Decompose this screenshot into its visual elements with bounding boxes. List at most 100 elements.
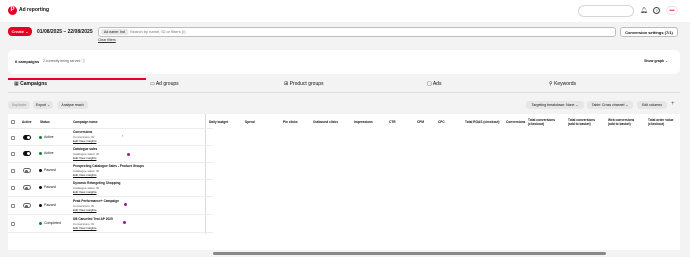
- active-toggle[interactable]: [23, 185, 31, 190]
- col-roas[interactable]: Total ROAS (checkout): [465, 120, 499, 124]
- create-button[interactable]: Create ⌄: [8, 27, 32, 36]
- col-outbound-clicks[interactable]: Outbound clicks: [313, 120, 338, 124]
- campaign-name-link[interactable]: 8/8 Canceled Test AP 2025: [73, 217, 113, 221]
- notification-badge-icon: [124, 203, 127, 206]
- select-all-checkbox[interactable]: [11, 120, 15, 124]
- status-text: Paused: [44, 168, 56, 172]
- col-impressions[interactable]: Impressions: [354, 120, 373, 124]
- clear-filters-link[interactable]: Clear filters: [98, 38, 116, 42]
- tab-keywords[interactable]: ⚲ Keywords: [549, 81, 576, 87]
- col-total-order-value[interactable]: Total order value (checkout): [648, 118, 680, 126]
- tab-label: Campaigns: [20, 81, 48, 87]
- status-text: Paused: [44, 203, 56, 207]
- status-dot: [39, 152, 42, 155]
- tab-product-groups[interactable]: ⊞ Product groups: [284, 81, 324, 87]
- notification-badge-icon: [123, 221, 126, 224]
- col-cpc[interactable]: CPC: [438, 120, 445, 124]
- row-divider: [8, 145, 213, 146]
- campaign-name-link[interactable]: Prospecting Catalogue Sales - Product Gr…: [73, 164, 144, 168]
- row-divider: [8, 196, 213, 197]
- top-bar: P Ad reporting ⌄ 🔔︎ ? •••: [0, 0, 690, 22]
- campaign-row-links[interactable]: Edit View insights: [73, 139, 96, 143]
- tab-bar: ▦ Campaigns ▭ Ad groups ⊞ Product groups…: [0, 79, 690, 92]
- campaign-row-links[interactable]: Edit View insights: [73, 226, 96, 230]
- active-toggle[interactable]: [23, 203, 31, 208]
- col-total-conversions-basket[interactable]: Total conversions (add to basket): [568, 118, 600, 126]
- tab-campaigns[interactable]: ▦ Campaigns: [14, 81, 47, 87]
- campaign-name-link[interactable]: Peak Performance+ Campaign: [73, 199, 119, 203]
- col-active[interactable]: Active: [22, 120, 32, 124]
- campaign-row-links[interactable]: Edit View insights: [73, 156, 96, 160]
- row-divider: [8, 162, 213, 163]
- status-dot: [39, 136, 42, 139]
- campaign-name-link[interactable]: Conversions: [73, 130, 92, 134]
- col-daily-budget[interactable]: Daily budget: [209, 120, 228, 124]
- status-dot: [39, 204, 42, 207]
- row-checkbox[interactable]: [11, 186, 15, 190]
- campaign-row-links[interactable]: Edit View insights: [73, 190, 96, 194]
- targeting-breakdown-dropdown[interactable]: Targeting breakdown: None ⌄: [526, 101, 584, 109]
- row-divider: [8, 128, 213, 129]
- col-spend[interactable]: Spend: [245, 120, 255, 124]
- campaign-name-link[interactable]: Dynamic Retargeting Shopping: [73, 181, 120, 185]
- filter-placeholder: Search by name, ID or filters (/): [130, 29, 186, 34]
- filter-chip[interactable]: Ad name: Ind: [101, 29, 128, 35]
- col-web-conversions-basket[interactable]: Web conversions (add to basket): [608, 118, 640, 126]
- export-button[interactable]: Export ⌄: [33, 101, 53, 109]
- served-count: 2 currently being served ⓘ: [43, 59, 85, 63]
- campaign-count: 6 campaigns: [15, 59, 40, 64]
- row-checkbox[interactable]: [11, 136, 15, 140]
- summary-card: 6 campaigns 2 currently being served ⓘ S…: [8, 50, 680, 74]
- tab-label: Keywords: [554, 81, 577, 87]
- analyse-reach-button[interactable]: Analyse reach: [57, 101, 88, 109]
- edit-columns-button[interactable]: Edit columns: [637, 101, 667, 109]
- help-icon[interactable]: ?: [653, 7, 660, 14]
- show-graph-button[interactable]: Show graph ⌄: [644, 59, 668, 63]
- status-text: Active: [44, 135, 54, 139]
- row-divider: [8, 214, 213, 215]
- status-dot: [39, 169, 42, 172]
- tab-label: Product groups: [289, 81, 324, 87]
- add-icon[interactable]: +: [671, 101, 675, 107]
- col-campaign-name[interactable]: Campaign name: [73, 120, 98, 124]
- chevron-down-icon[interactable]: ⌄: [45, 7, 48, 12]
- active-toggle[interactable]: [23, 151, 31, 156]
- chevron-right-icon[interactable]: ›: [122, 133, 123, 138]
- campaign-row-links[interactable]: Edit View insights: [73, 208, 96, 212]
- col-conversions[interactable]: Conversions: [506, 120, 525, 124]
- row-checkbox[interactable]: [11, 169, 15, 173]
- status-text: Completed: [44, 221, 61, 225]
- row-checkbox[interactable]: [11, 152, 15, 156]
- tab-ads[interactable]: ▢ Ads: [427, 81, 441, 87]
- col-status[interactable]: Status: [40, 120, 50, 124]
- active-toggle[interactable]: [23, 135, 31, 140]
- column-divider: [205, 114, 206, 234]
- campaign-row-links[interactable]: Edit View insights: [73, 173, 96, 177]
- avatar[interactable]: •••: [666, 6, 678, 15]
- col-total-conversions-checkout[interactable]: Total conversions (checkout): [528, 118, 560, 126]
- pinterest-logo-icon[interactable]: P: [8, 6, 17, 15]
- bell-icon[interactable]: 🔔︎: [640, 7, 648, 14]
- date-range-picker[interactable]: 01/08/2025 – 22/08/2025: [37, 29, 93, 35]
- col-cpm[interactable]: CPM: [417, 120, 424, 124]
- tab-divider: [8, 92, 680, 93]
- notification-badge-icon: [127, 153, 130, 156]
- row-checkbox[interactable]: [11, 222, 15, 226]
- table-view-dropdown[interactable]: Table: Cross channel ⌄: [587, 101, 633, 109]
- col-ctr[interactable]: CTR: [389, 120, 396, 124]
- status-text: Paused: [44, 185, 56, 189]
- status-text: Active: [44, 151, 54, 155]
- active-toggle[interactable]: [23, 168, 31, 173]
- duplicate-button[interactable]: Duplicate: [8, 101, 30, 109]
- row-divider: [8, 232, 213, 233]
- tab-ad-groups[interactable]: ▭ Ad groups: [150, 81, 179, 87]
- horizontal-scrollbar[interactable]: [213, 252, 606, 255]
- status-dot: [39, 222, 42, 225]
- tab-label: Ads: [432, 81, 442, 87]
- col-pin-clicks[interactable]: Pin clicks: [283, 120, 298, 124]
- global-search-input[interactable]: [578, 5, 634, 17]
- tab-label: Ad groups: [155, 81, 179, 87]
- campaign-name-link[interactable]: Catalogue sales: [73, 147, 97, 151]
- conversion-settings-button[interactable]: Conversion settings (7/1): [620, 27, 678, 37]
- row-checkbox[interactable]: [11, 204, 15, 208]
